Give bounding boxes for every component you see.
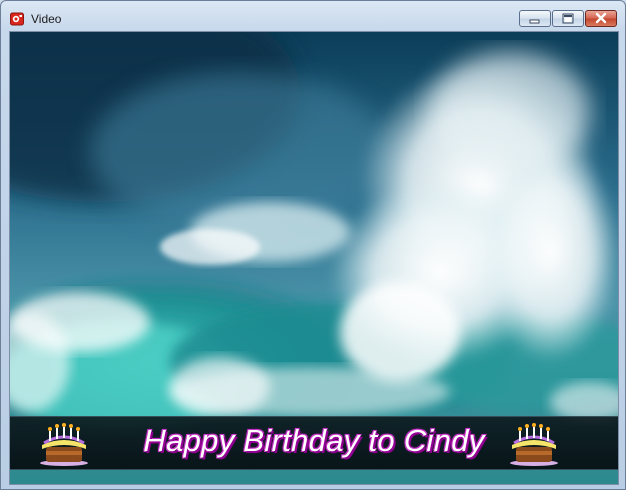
video-app-icon[interactable] (10, 11, 24, 26)
birthday-cake-icon (510, 423, 558, 466)
close-button[interactable] (585, 10, 617, 27)
minimize-icon (529, 19, 540, 24)
caption-banner: Happy Birthday to Cindy (10, 416, 618, 470)
title-bar[interactable]: Video (1, 1, 625, 31)
window-title: Video (31, 12, 62, 26)
maximize-button[interactable] (552, 10, 584, 27)
video-display[interactable]: Happy Birthday to Cindy (9, 31, 619, 485)
minimize-button[interactable] (519, 10, 551, 27)
video-window: Video Happy Birthday to Cindy (0, 0, 626, 490)
close-icon (595, 12, 607, 24)
maximize-icon (562, 13, 574, 24)
